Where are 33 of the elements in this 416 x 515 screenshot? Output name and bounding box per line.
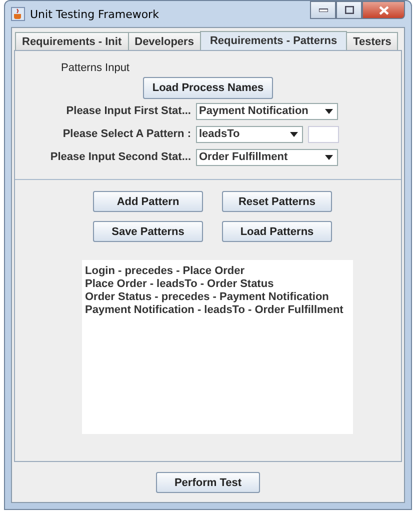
- pattern-button[interactable]: Save Patterns: [93, 221, 203, 242]
- text-field[interactable]: [308, 126, 339, 142]
- combo-box[interactable]: leadsTo: [196, 126, 303, 142]
- combo-box[interactable]: Payment Notification: [196, 102, 338, 120]
- java-cup-icon: [11, 7, 25, 21]
- pattern-button[interactable]: Load Patterns: [222, 221, 332, 242]
- close-button[interactable]: [362, 1, 405, 19]
- close-icon: [378, 6, 388, 14]
- pattern-button[interactable]: Reset Patterns: [222, 191, 332, 212]
- field-label: Please Input First Stat...: [65, 105, 192, 117]
- tab[interactable]: Developers: [128, 32, 201, 50]
- minimize-button[interactable]: [310, 1, 336, 19]
- tab[interactable]: Requirements - Patterns: [200, 31, 348, 50]
- list-item[interactable]: Login - precedes - Place Order: [85, 265, 350, 278]
- list-item[interactable]: Payment Notification - leadsTo - Order Fulfillment: [85, 304, 350, 317]
- minimize-icon: [318, 8, 328, 12]
- load-names-button[interactable]: Load Process Names: [143, 77, 273, 99]
- field-label: Please Select A Pattern :: [62, 128, 192, 140]
- dropdown-arrow-icon: [325, 154, 333, 160]
- tab[interactable]: Testers: [346, 32, 398, 50]
- perform-test-button[interactable]: Perform Test: [156, 472, 260, 493]
- dropdown-arrow-icon: [290, 132, 298, 136]
- section-label: Patterns Input: [61, 62, 130, 74]
- maximize-button[interactable]: [336, 1, 362, 19]
- combo-box[interactable]: Order Fulfillment: [196, 148, 338, 166]
- field-label: Please Input Second Stat...: [49, 151, 192, 163]
- tab[interactable]: Requirements - Init: [15, 32, 129, 50]
- dropdown-arrow-icon: [325, 108, 333, 114]
- list-item[interactable]: Place Order - leadsTo - Order Status: [85, 278, 350, 291]
- window-title: Unit Testing Framework: [30, 8, 159, 20]
- pattern-button[interactable]: Add Pattern: [93, 191, 203, 212]
- maximize-icon: [344, 6, 354, 14]
- list-item[interactable]: Order Status - precedes - Payment Notification: [85, 291, 350, 304]
